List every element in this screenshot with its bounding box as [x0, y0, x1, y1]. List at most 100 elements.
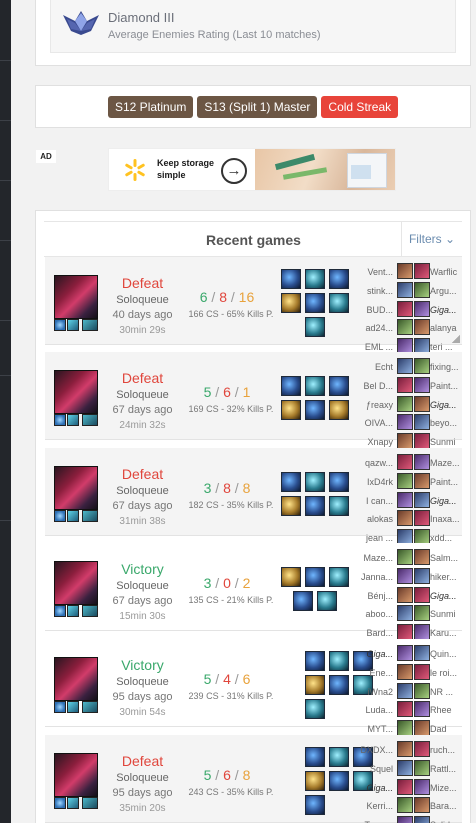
player-name[interactable]: Bara... [430, 797, 462, 816]
player-name[interactable]: aboo... [355, 605, 393, 624]
game-row[interactable]: Defeat Soloqueue 95 days ago 35min 20s 5 / 6… [45, 735, 462, 823]
champion-icon[interactable] [414, 741, 430, 757]
item-icon[interactable] [281, 269, 301, 289]
champion-icon[interactable] [397, 759, 413, 776]
champion-icon[interactable] [397, 720, 413, 737]
champion-icon[interactable] [397, 414, 413, 431]
player-name[interactable]: Giga... [430, 396, 462, 415]
champion-icon[interactable] [414, 510, 430, 527]
player-name[interactable]: Bénj... [355, 587, 393, 606]
item-icon[interactable] [281, 400, 301, 420]
item-icon[interactable] [281, 567, 301, 587]
player-name[interactable]: le roi... [430, 664, 462, 683]
item-icon[interactable] [281, 293, 301, 313]
player-name[interactable]: Paint... [430, 473, 462, 492]
item-icon[interactable] [305, 472, 325, 492]
game-row[interactable]: Defeat Soloqueue 67 days ago 31min 38s 3 / 8… [45, 448, 462, 546]
champion-icon[interactable] [414, 720, 430, 737]
item-icon[interactable] [329, 269, 349, 289]
item-icon[interactable] [329, 400, 349, 420]
champion-icon[interactable] [397, 454, 413, 470]
champion-icon[interactable] [397, 376, 413, 393]
champion-icon[interactable] [397, 701, 413, 718]
champion-icon[interactable] [397, 491, 413, 508]
player-name[interactable]: Argu... [430, 282, 462, 301]
champion-icon[interactable] [397, 510, 413, 527]
game-row[interactable]: Defeat Soloqueue 67 days ago 24min 32s 5 / 6… [45, 352, 462, 450]
player-name[interactable]: BUD... [355, 301, 393, 320]
champion-icon[interactable] [397, 797, 413, 814]
item-icon[interactable] [305, 317, 325, 337]
expand-corner-icon[interactable] [452, 335, 460, 343]
game-row[interactable]: Defeat Soloqueue 40 days ago 30min 29s 6 / 8… [45, 257, 462, 355]
player-name[interactable]: Warflic [430, 263, 462, 282]
item-icon[interactable] [305, 376, 325, 396]
item-icon[interactable] [329, 496, 349, 516]
champion-icon[interactable] [397, 319, 413, 336]
champion-icon[interactable] [414, 300, 430, 317]
ad-banner[interactable]: Keep storage simple → [108, 148, 396, 191]
champion-icon[interactable] [414, 281, 430, 298]
champion-icon[interactable] [414, 376, 430, 393]
player-name[interactable]: ƒreaxy [355, 396, 393, 415]
player-name[interactable]: Paint... [430, 377, 462, 396]
player-name[interactable]: Giga... [430, 587, 462, 606]
item-icon[interactable] [281, 376, 301, 396]
player-name[interactable]: ruch... [430, 741, 462, 760]
player-name[interactable]: Rattl... [430, 760, 462, 779]
item-icon[interactable] [329, 675, 349, 695]
champion-icon[interactable] [397, 682, 413, 699]
item-icon[interactable] [281, 496, 301, 516]
champion-icon[interactable] [414, 701, 430, 718]
champion-portrait[interactable] [54, 657, 98, 701]
game-row[interactable]: Victory Soloqueue 67 days ago 15min 30s 3 / … [45, 543, 462, 641]
player-name[interactable]: Rhee [430, 701, 462, 720]
champion-icon[interactable] [397, 433, 413, 450]
item-icon[interactable] [329, 567, 349, 587]
player-name[interactable]: Bel D... [355, 377, 393, 396]
champion-icon[interactable] [414, 816, 430, 823]
champion-icon[interactable] [397, 663, 413, 680]
item-icon[interactable] [329, 293, 349, 313]
item-icon[interactable] [281, 472, 301, 492]
champion-icon[interactable] [414, 454, 430, 470]
filters-dropdown[interactable]: Filters ⌄ [401, 222, 462, 256]
champion-icon[interactable] [414, 624, 430, 641]
player-name[interactable]: fixing... [430, 358, 462, 377]
player-name[interactable]: Toxyne [355, 816, 393, 823]
player-name[interactable]: Giga... [355, 779, 393, 798]
item-icon[interactable] [329, 376, 349, 396]
champion-icon[interactable] [397, 741, 413, 757]
champion-icon[interactable] [397, 586, 413, 603]
champion-icon[interactable] [397, 263, 413, 279]
player-name[interactable]: ad24... [355, 319, 393, 338]
champion-icon[interactable] [414, 567, 430, 584]
player-name[interactable]: IxD4rk [355, 473, 393, 492]
player-name[interactable]: Giga... [355, 645, 393, 664]
champion-icon[interactable] [414, 663, 430, 680]
player-name[interactable]: Kerri... [355, 797, 393, 816]
player-name[interactable]: Inaxa... [430, 510, 462, 529]
item-icon[interactable] [329, 651, 349, 671]
champion-icon[interactable] [414, 319, 430, 336]
champion-icon[interactable] [397, 395, 413, 412]
item-icon[interactable] [305, 293, 325, 313]
item-icon[interactable] [317, 591, 337, 611]
item-icon[interactable] [305, 400, 325, 420]
player-name[interactable]: Echt [355, 358, 393, 377]
champion-icon[interactable] [397, 472, 413, 489]
champion-icon[interactable] [397, 549, 413, 565]
player-name[interactable]: qazw... [355, 454, 393, 473]
item-icon[interactable] [305, 675, 325, 695]
champion-icon[interactable] [414, 778, 430, 795]
champion-icon[interactable] [397, 358, 413, 374]
player-name[interactable]: alokas [355, 510, 393, 529]
champion-icon[interactable] [414, 682, 430, 699]
champion-portrait[interactable] [54, 275, 98, 319]
champion-icon[interactable] [414, 433, 430, 450]
player-name[interactable]: beyo... [430, 414, 462, 433]
champion-icon[interactable] [414, 472, 430, 489]
player-name[interactable]: stink... [355, 282, 393, 301]
champion-icon[interactable] [397, 567, 413, 584]
player-name[interactable]: Luda... [355, 701, 393, 720]
